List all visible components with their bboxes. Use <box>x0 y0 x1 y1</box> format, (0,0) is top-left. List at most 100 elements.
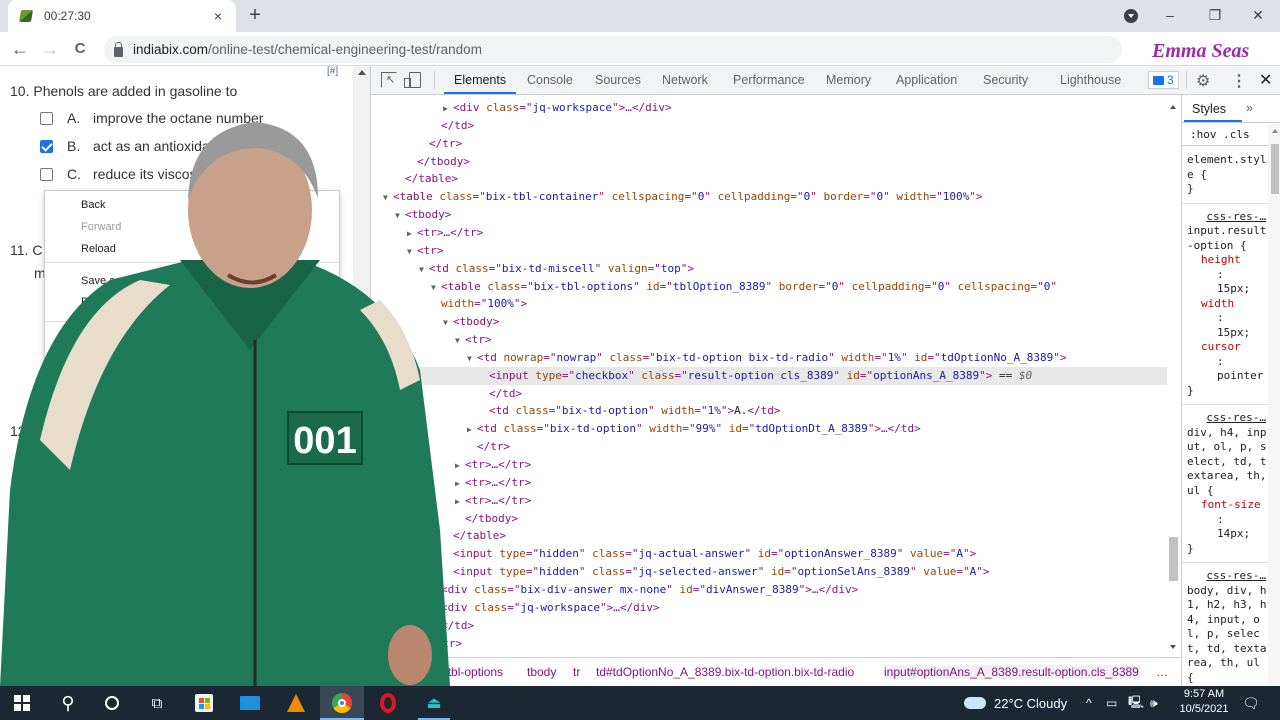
tab-console[interactable]: Console <box>527 73 573 87</box>
tab-performance[interactable]: Performance <box>733 73 805 87</box>
option-c[interactable]: C. reduce its viscosity <box>40 166 210 182</box>
address-bar[interactable]: indiabix.com/online-test/chemical-engine… <box>104 36 1122 63</box>
download-app-icon[interactable]: ⏏ <box>412 686 456 720</box>
tab-elements[interactable]: Elements <box>454 73 506 87</box>
collapse-triangle-icon[interactable]: ▼ <box>431 279 441 297</box>
dom-node[interactable]: </tbody> <box>371 510 1167 528</box>
vlc-icon[interactable] <box>274 686 318 720</box>
volume-icon[interactable]: 🕪 <box>1150 686 1158 720</box>
dom-tree[interactable]: ▶ <div class="jq-workspace">…</div> </td> <… <box>371 95 1167 657</box>
scroll-down-arrow-icon[interactable] <box>358 654 366 659</box>
tab-styles[interactable]: Styles <box>1192 102 1226 116</box>
dom-node[interactable]: </tr> <box>371 438 1167 456</box>
search-icon[interactable]: ⚲ <box>46 686 90 720</box>
device-toolbar-icon[interactable] <box>404 72 421 88</box>
tab-close-icon[interactable]: × <box>210 8 226 24</box>
window-close-button[interactable]: ✕ <box>1238 0 1278 30</box>
task-view-icon[interactable]: ⧉ <box>135 686 179 720</box>
dom-node[interactable]: <input type="hidden" class="jq-actual-an… <box>371 545 1167 563</box>
network-icon[interactable]: 🖳 <box>1128 686 1144 720</box>
breadcrumb-item[interactable]: … <box>1156 665 1168 679</box>
collapse-triangle-icon[interactable]: ▼ <box>407 243 417 261</box>
collapse-triangle-icon[interactable]: ▼ <box>455 332 465 350</box>
dom-node[interactable]: ▶ <tr>…</tr> <box>371 492 1167 510</box>
css-property-value[interactable]: 15px; <box>1187 282 1268 297</box>
context-menu-back[interactable]: Back <box>81 199 105 211</box>
scroll-up-arrow-icon[interactable] <box>358 70 366 75</box>
context-menu-reload[interactable]: Reload <box>81 243 116 255</box>
reload-button[interactable]: C <box>68 37 92 61</box>
css-rule[interactable]: css-res-… div, h4, input, ol, p, select, … <box>1182 405 1268 563</box>
dom-node[interactable]: </table> <box>371 170 1167 188</box>
hov-toggle[interactable]: :hov <box>1190 128 1217 141</box>
breadcrumb-item[interactable]: td#tdOptionNo_A_8389.bix-td-option.bix-t… <box>596 665 854 679</box>
context-menu-print[interactable]: Print <box>81 296 104 308</box>
dom-node[interactable]: ▶ <tr>…</tr> <box>371 456 1167 474</box>
dom-node[interactable]: ▼ <table class="bix-tbl-options" id="tblO… <box>371 278 1167 296</box>
expand-triangle-icon[interactable]: ▶ <box>455 457 465 475</box>
dom-node[interactable]: </td> <box>371 617 1167 635</box>
weather-widget[interactable]: 22°C Cloudy <box>964 686 1067 720</box>
maximize-button[interactable]: ❐ <box>1195 0 1235 30</box>
start-button[interactable] <box>0 686 44 720</box>
tab-lighthouse[interactable]: Lighthouse <box>1060 73 1121 87</box>
dom-node[interactable]: ▼ <td class="bix-td-miscell" valign="top"… <box>371 260 1167 278</box>
expand-triangle-icon[interactable]: ▶ <box>431 582 441 600</box>
browser-tab[interactable]: 00:27:30 × <box>8 0 236 32</box>
dom-node[interactable]: </table> <box>371 527 1167 545</box>
dom-node[interactable]: ▼ <tr> <box>371 242 1167 260</box>
cortana-icon[interactable] <box>90 686 134 720</box>
page-scrollbar[interactable] <box>353 66 370 686</box>
collapse-triangle-icon[interactable]: ▼ <box>395 207 405 225</box>
styles-scrollbar[interactable] <box>1268 124 1280 686</box>
tab-application[interactable]: Application <box>896 73 957 87</box>
tab-security[interactable]: Security <box>983 73 1028 87</box>
rule-source-link[interactable]: css-res-… <box>1187 411 1268 426</box>
scrollbar-thumb[interactable] <box>1169 537 1178 581</box>
expand-triangle-icon[interactable]: ▶ <box>431 600 441 618</box>
dom-node[interactable]: ▼ <tr> <box>371 331 1167 349</box>
breadcrumb-item[interactable]: tbody <box>527 665 556 679</box>
dom-node[interactable]: </td> <box>371 385 1167 403</box>
dom-node[interactable]: ▶ <tr>…</tr> <box>371 474 1167 492</box>
breadcrumb-item[interactable]: … <box>381 665 393 679</box>
microsoft-store-icon[interactable] <box>182 686 226 720</box>
mail-icon[interactable] <box>228 686 272 720</box>
back-button[interactable]: ← <box>8 37 32 61</box>
dom-node[interactable]: </td> <box>371 117 1167 135</box>
dom-node[interactable]: ▶ <td class="bix-td-option" width="99%" i… <box>371 420 1167 438</box>
rule-source-link[interactable]: css-res-… <box>1187 210 1268 225</box>
dom-node[interactable]: ▼ <td nowrap="nowrap" class="bix-td-optio… <box>371 349 1167 367</box>
css-rule[interactable]: element.style {} <box>1182 147 1268 204</box>
dom-node[interactable]: ▶ <div class="bix-div-answer mx-none" id=… <box>371 581 1167 599</box>
option-b-checkbox[interactable] <box>40 139 53 153</box>
expand-triangle-icon[interactable]: ▶ <box>455 475 465 493</box>
expand-triangle-icon[interactable]: ▶ <box>443 100 453 118</box>
dom-node[interactable]: ▶ <div class="jq-workspace">…</div> <box>371 599 1167 617</box>
css-property-name[interactable]: font-size <box>1187 498 1268 513</box>
opera-icon[interactable] <box>366 686 410 720</box>
context-menu-save-as[interactable]: Save as <box>81 275 121 287</box>
dom-node[interactable]: </tr> <box>371 135 1167 153</box>
inspect-element-icon[interactable] <box>381 72 397 88</box>
scrollbar-thumb[interactable] <box>1271 144 1279 194</box>
workspace-icon[interactable]: [#] <box>327 66 338 77</box>
context-menu-forward[interactable]: Forward <box>81 221 121 233</box>
collapse-triangle-icon[interactable]: ▼ <box>383 189 393 207</box>
collapse-triangle-icon[interactable]: ▼ <box>419 261 429 279</box>
css-property-name[interactable]: height <box>1187 253 1268 268</box>
dom-node-selected[interactable]: <input type="checkbox" class="result-opt… <box>371 366 1167 385</box>
new-tab-button[interactable]: + <box>244 4 266 26</box>
collapse-triangle-icon[interactable]: ▼ <box>443 314 453 332</box>
scroll-down-arrow-icon[interactable] <box>1170 645 1176 649</box>
css-rule[interactable]: css-res-… input.result-option {height:15p… <box>1182 204 1268 405</box>
css-property-value[interactable]: 15px; <box>1187 326 1268 341</box>
dom-node[interactable]: ▶ <div class="jq-workspace">…</div> <box>371 99 1167 117</box>
tab-sources[interactable]: Sources <box>595 73 641 87</box>
expand-triangle-icon[interactable]: ▶ <box>455 493 465 511</box>
dom-node[interactable]: width="100%"> <box>371 295 1167 313</box>
dom-node[interactable]: <input type="hidden" class="jq-selected-… <box>371 563 1167 581</box>
collapse-triangle-icon[interactable]: ▼ <box>467 350 477 368</box>
expand-triangle-icon[interactable]: ▶ <box>407 225 417 243</box>
more-options-icon[interactable]: ⋮ <box>1231 71 1247 91</box>
